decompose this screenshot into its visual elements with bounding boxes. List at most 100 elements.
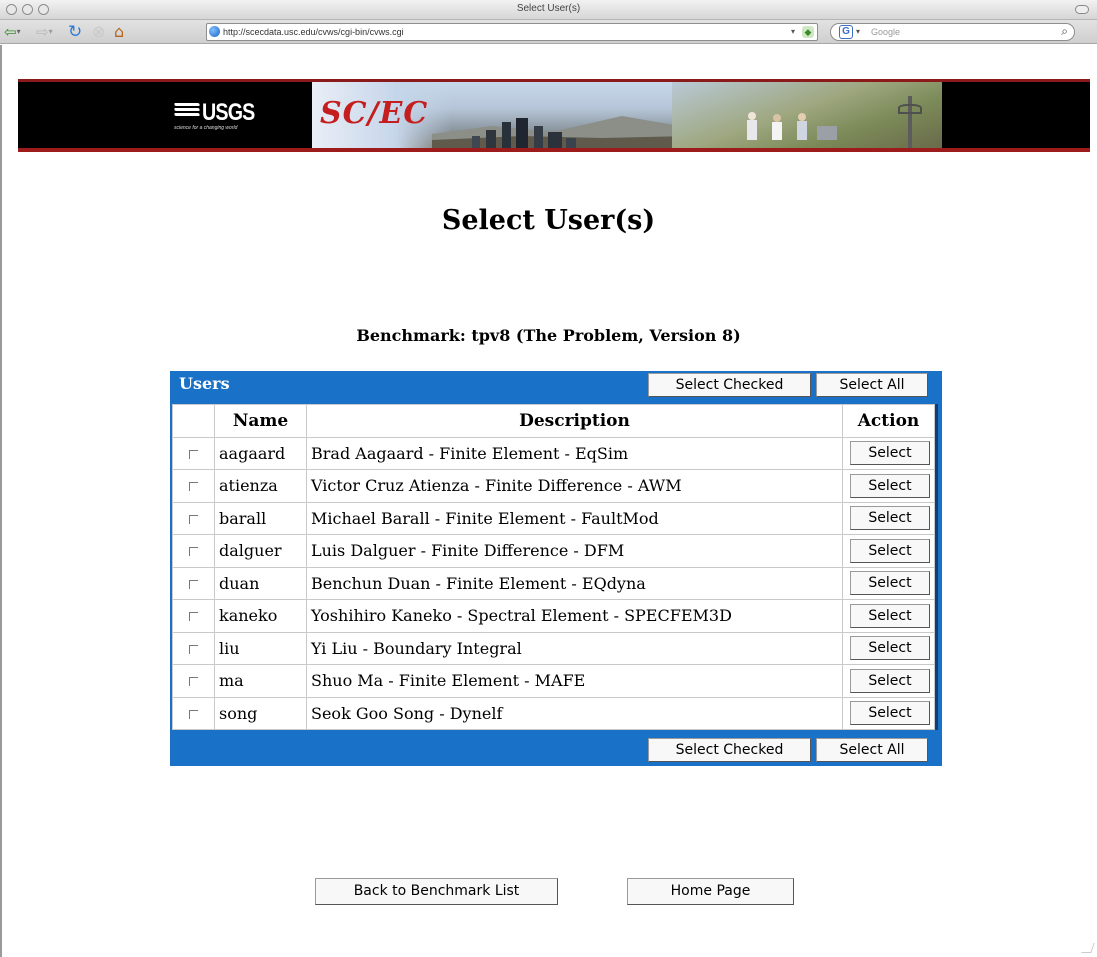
user-description: Victor Cruz Atienza - Finite Difference … bbox=[306, 469, 843, 503]
home-icon[interactable]: ⌂ bbox=[114, 23, 124, 41]
window-title: Select User(s) bbox=[516, 3, 581, 14]
url-field[interactable]: http://scecdata.usc.edu/cvws/cgi-bin/cvw… bbox=[206, 23, 818, 41]
row-checkbox-cell bbox=[172, 566, 215, 600]
user-checkbox[interactable] bbox=[189, 514, 198, 524]
user-description: Shuo Ma - Finite Element - MAFE bbox=[306, 664, 843, 698]
row-checkbox-cell bbox=[172, 599, 215, 633]
back-arrow-icon[interactable]: ⇦ ▾ bbox=[4, 23, 21, 41]
users-panel: Users Select Checked Select All Name Des… bbox=[170, 371, 942, 766]
table-header-row: Name Description Action bbox=[172, 404, 935, 438]
rss-icon[interactable]: ◆ bbox=[802, 26, 814, 38]
user-name: ma bbox=[214, 664, 307, 698]
select-all-button[interactable]: Select All bbox=[816, 373, 928, 397]
stop-icon[interactable]: ⊗ bbox=[92, 23, 105, 41]
row-checkbox-cell bbox=[172, 501, 215, 535]
user-name: atienza bbox=[214, 469, 307, 503]
browser-toolbar: ⇦ ▾ ⇨ ▾ ↻ ⊗ ⌂ http://scecdata.usc.edu/cvws… bbox=[0, 20, 1097, 44]
row-action-cell: Select bbox=[842, 599, 935, 633]
table-row: ma Shuo Ma - Finite Element - MAFE Select bbox=[172, 664, 935, 698]
row-checkbox-cell bbox=[172, 696, 215, 730]
search-engine-icon[interactable]: G bbox=[839, 25, 853, 39]
row-action-cell: Select bbox=[842, 664, 935, 698]
description-column-header: Description bbox=[306, 404, 843, 438]
table-row: song Seok Goo Song - Dynelf Select bbox=[172, 696, 935, 730]
select-all-button-bottom[interactable]: Select All bbox=[816, 738, 928, 762]
usgs-wave-icon bbox=[173, 103, 201, 121]
antenna-dish bbox=[898, 104, 922, 114]
url-text: http://scecdata.usc.edu/cvws/cgi-bin/cvw… bbox=[223, 27, 404, 37]
user-checkbox[interactable] bbox=[189, 579, 198, 589]
chevron-down-icon[interactable]: ▾ bbox=[856, 24, 860, 40]
select-user-button[interactable]: Select bbox=[850, 701, 930, 726]
select-checked-button-bottom[interactable]: Select Checked bbox=[648, 738, 811, 762]
user-checkbox[interactable] bbox=[189, 547, 198, 557]
user-name: aagaard bbox=[214, 436, 307, 470]
user-description: Benchun Duan - Finite Element - EQdyna bbox=[306, 566, 843, 600]
table-row: barall Michael Barall - Finite Element - … bbox=[172, 501, 935, 535]
people-graphic bbox=[747, 112, 837, 140]
search-placeholder: Google bbox=[871, 27, 901, 37]
back-to-benchmark-list-button[interactable]: Back to Benchmark List bbox=[315, 878, 558, 905]
row-checkbox-cell bbox=[172, 664, 215, 698]
table-row: duan Benchun Duan - Finite Element - EQdy… bbox=[172, 566, 935, 600]
table-row: atienza Victor Cruz Atienza - Finite Diff… bbox=[172, 469, 935, 503]
user-name: duan bbox=[214, 566, 307, 600]
user-description: Seok Goo Song - Dynelf bbox=[306, 696, 843, 730]
user-checkbox[interactable] bbox=[189, 644, 198, 654]
users-table: Name Description Action aagaard Brad Aaga… bbox=[172, 404, 935, 730]
scec-logo[interactable]: SC/EC bbox=[320, 96, 428, 131]
user-name: barall bbox=[214, 501, 307, 535]
table-row: aagaard Brad Aagaard - Finite Element - E… bbox=[172, 436, 935, 470]
user-name: liu bbox=[214, 631, 307, 665]
row-action-cell: Select bbox=[842, 436, 935, 470]
magnifier-icon[interactable]: ⌕ bbox=[1061, 23, 1068, 39]
user-checkbox[interactable] bbox=[189, 612, 198, 622]
usgs-logo[interactable]: USGS science for a changing world bbox=[173, 99, 314, 137]
window-titlebar: Select User(s) bbox=[0, 0, 1097, 20]
action-column-header: Action bbox=[842, 404, 935, 438]
user-description: Yoshihiro Kaneko - Spectral Element - SP… bbox=[306, 599, 843, 633]
toolbar-toggle-icon[interactable] bbox=[1075, 5, 1089, 14]
user-name: dalguer bbox=[214, 534, 307, 568]
row-checkbox-cell bbox=[172, 534, 215, 568]
usgs-logo-text: USGS bbox=[202, 99, 255, 126]
select-user-button[interactable]: Select bbox=[850, 473, 930, 498]
benchmark-subtitle: Benchmark: tpv8 (The Problem, Version 8) bbox=[356, 326, 741, 345]
select-user-button[interactable]: Select bbox=[850, 571, 930, 596]
row-action-cell: Select bbox=[842, 696, 935, 730]
usgs-tagline: science for a changing world bbox=[174, 125, 238, 131]
city-skyline-graphic bbox=[472, 118, 576, 148]
user-name: song bbox=[214, 696, 307, 730]
select-user-button[interactable]: Select bbox=[850, 441, 930, 466]
select-user-button[interactable]: Select bbox=[850, 538, 930, 563]
page-title: Select User(s) bbox=[441, 205, 656, 236]
user-checkbox[interactable] bbox=[189, 677, 198, 687]
users-panel-footer: Select Checked Select All bbox=[170, 733, 942, 766]
user-description: Yi Liu - Boundary Integral bbox=[306, 631, 843, 665]
user-checkbox[interactable] bbox=[189, 482, 198, 492]
row-checkbox-cell bbox=[172, 631, 215, 665]
users-panel-label: Users bbox=[179, 374, 230, 393]
user-checkbox[interactable] bbox=[189, 709, 198, 719]
select-user-button[interactable]: Select bbox=[850, 636, 930, 661]
home-page-button[interactable]: Home Page bbox=[627, 878, 794, 905]
user-description: Michael Barall - Finite Element - FaultM… bbox=[306, 501, 843, 535]
forward-arrow-icon[interactable]: ⇨ ▾ bbox=[36, 23, 53, 41]
row-action-cell: Select bbox=[842, 469, 935, 503]
user-description: Luis Dalguer - Finite Difference - DFM bbox=[306, 534, 843, 568]
row-action-cell: Select bbox=[842, 631, 935, 665]
user-checkbox[interactable] bbox=[189, 449, 198, 459]
url-history-dropdown-icon[interactable]: ▾ bbox=[791, 24, 795, 40]
row-checkbox-cell bbox=[172, 469, 215, 503]
user-description: Brad Aagaard - Finite Element - EqSim bbox=[306, 436, 843, 470]
select-checked-button[interactable]: Select Checked bbox=[648, 373, 811, 397]
select-user-button[interactable]: Select bbox=[850, 668, 930, 693]
search-input[interactable]: G ▾ Google ⌕ bbox=[830, 23, 1075, 41]
users-table-frame: Name Description Action aagaard Brad Aaga… bbox=[170, 401, 942, 733]
site-banner: USGS science for a changing world SC/EC bbox=[18, 79, 1090, 152]
select-user-button[interactable]: Select bbox=[850, 506, 930, 531]
select-user-button[interactable]: Select bbox=[850, 603, 930, 628]
table-row: dalguer Luis Dalguer - Finite Difference … bbox=[172, 534, 935, 568]
reload-icon[interactable]: ↻ bbox=[68, 23, 82, 41]
name-column-header: Name bbox=[214, 404, 307, 438]
